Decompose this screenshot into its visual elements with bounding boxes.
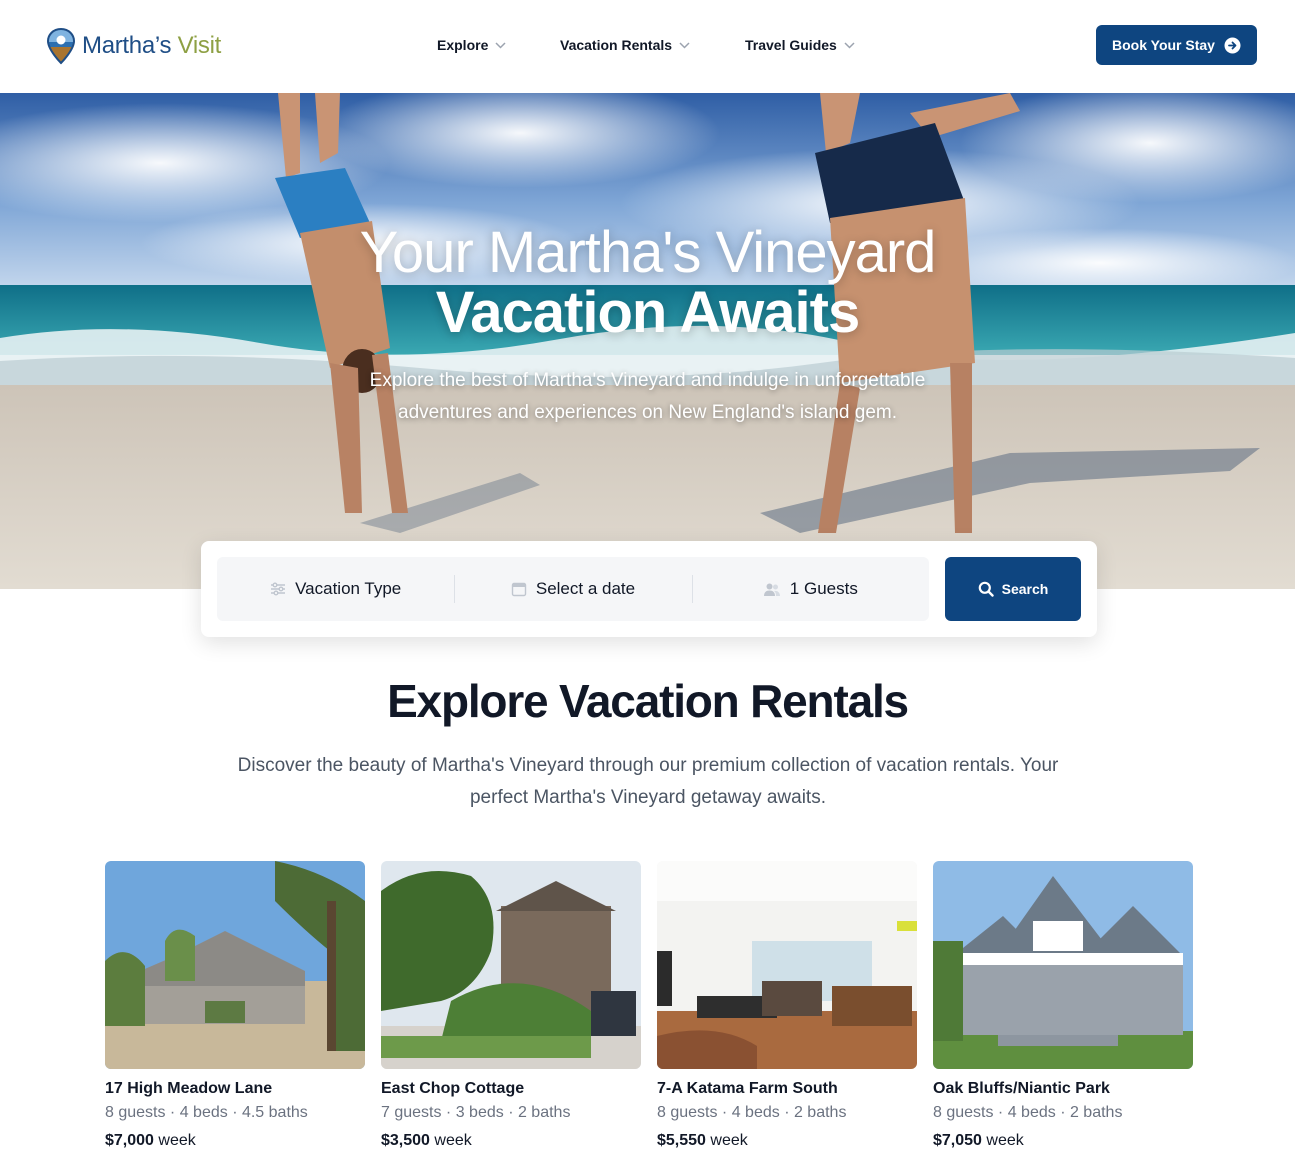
map-pin-logo-icon	[46, 27, 76, 65]
rental-name: 7-A Katama Farm South	[657, 1080, 838, 1097]
guests-field[interactable]: 1 Guests	[691, 557, 929, 621]
rental-photo	[105, 861, 365, 1069]
nav-vacation-rentals[interactable]: Vacation Rentals	[560, 35, 690, 55]
book-your-stay-label: Book Your Stay	[1112, 37, 1215, 53]
book-your-stay-button[interactable]: Book Your Stay	[1096, 25, 1257, 65]
vacation-type-label: Vacation Type	[295, 579, 402, 598]
logo-text-secondary: Visit	[177, 32, 222, 59]
chevron-down-icon	[679, 41, 690, 49]
rental-card[interactable]: 17 High Meadow Lane 8 guests · 4 beds · …	[105, 861, 365, 1151]
vacation-type-field[interactable]: Vacation Type	[217, 557, 454, 621]
rental-details: 8 guests · 4 beds · 2 baths	[933, 1104, 1123, 1121]
nav-explore-label: Explore	[437, 37, 489, 53]
rental-photo	[657, 861, 917, 1069]
rental-price-unit: week	[434, 1132, 472, 1149]
rental-price-amount: $7,050	[933, 1132, 982, 1149]
search-button[interactable]: Search	[945, 557, 1081, 621]
rental-details: 7 guests · 3 beds · 2 baths	[381, 1104, 571, 1121]
rental-price: $3,500 week	[381, 1131, 641, 1151]
hero-title-line2: Vacation Awaits	[435, 280, 860, 345]
rental-price: $5,550 week	[657, 1131, 917, 1151]
chevron-down-icon	[495, 41, 506, 49]
date-field[interactable]: Select a date	[454, 557, 691, 621]
guests-label: 1 Guests	[789, 579, 858, 598]
logo-wordmark: Martha’s Visit	[82, 32, 221, 60]
hero-subtitle: Explore the best of Martha's Vineyard an…	[369, 370, 926, 423]
rental-card[interactable]: Oak Bluffs/Niantic Park 8 guests · 4 bed…	[933, 861, 1193, 1151]
search-icon	[978, 581, 994, 597]
nav-vacation-rentals-label: Vacation Rentals	[560, 37, 673, 53]
rental-price: $7,000 week	[105, 1131, 365, 1151]
rental-price-amount: $5,550	[657, 1132, 706, 1149]
search-card: Vacation Type Select a date 1 Guests Sea…	[201, 541, 1097, 637]
rental-price-unit: week	[158, 1132, 196, 1149]
site-header: Martha’s Visit Explore Vacation Rentals …	[0, 0, 1295, 93]
rental-photo	[381, 861, 641, 1069]
calendar-icon	[511, 582, 527, 597]
nav-travel-guides[interactable]: Travel Guides	[745, 35, 855, 55]
search-button-label: Search	[1001, 581, 1049, 597]
nav-travel-guides-label: Travel Guides	[745, 37, 837, 53]
rental-name: East Chop Cottage	[381, 1080, 525, 1097]
nav-explore[interactable]: Explore	[437, 35, 506, 55]
sliders-icon	[271, 582, 286, 596]
rental-photo	[933, 861, 1193, 1069]
rental-price-amount: $7,000	[105, 1132, 154, 1149]
rental-card[interactable]: 7-A Katama Farm South 8 guests · 4 beds …	[657, 861, 917, 1151]
rental-price-amount: $3,500	[381, 1132, 430, 1149]
logo-text-primary: Martha’s	[82, 32, 172, 59]
rentals-section-title: Explore Vacation Rentals	[387, 675, 909, 727]
rental-details: 8 guests · 4 beds · 2 baths	[657, 1104, 847, 1121]
hero: Your Martha's Vineyard Vacation Awaits E…	[0, 93, 1295, 589]
hero-title-line1: Your Martha's Vineyard	[359, 220, 937, 285]
rental-price-unit: week	[710, 1132, 748, 1149]
users-icon	[763, 583, 780, 596]
chevron-down-icon	[844, 41, 855, 49]
rental-details: 8 guests · 4 beds · 4.5 baths	[105, 1104, 308, 1121]
rental-price-unit: week	[986, 1132, 1024, 1149]
search-fields: Vacation Type Select a date 1 Guests	[217, 557, 929, 621]
rental-name: Oak Bluffs/Niantic Park	[933, 1080, 1110, 1097]
logo[interactable]: Martha’s Visit	[46, 26, 221, 66]
rental-name: 17 High Meadow Lane	[105, 1080, 273, 1097]
arrow-right-circle-icon	[1224, 37, 1241, 53]
rental-card[interactable]: East Chop Cottage 7 guests · 3 beds · 2 …	[381, 861, 641, 1151]
date-label: Select a date	[535, 579, 636, 598]
rentals-section-description: Discover the beauty of Martha's Vineyard…	[237, 755, 1059, 808]
rental-price: $7,050 week	[933, 1131, 1193, 1151]
